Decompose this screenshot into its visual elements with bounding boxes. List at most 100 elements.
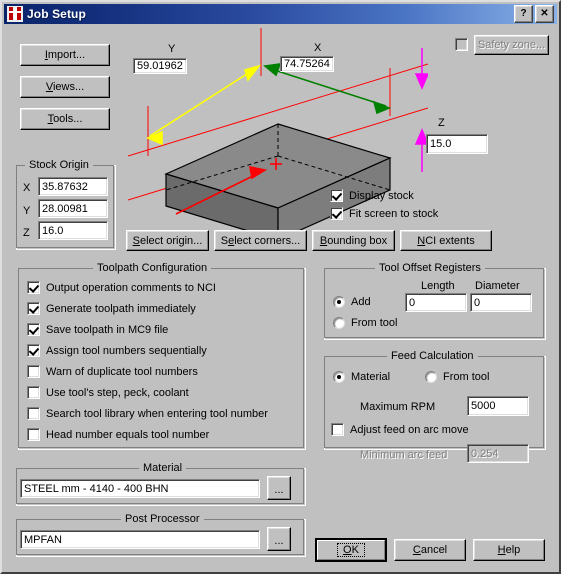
radio-label-offset-add: Add — [351, 296, 371, 308]
x-dimension-value[interactable]: 74.75264 — [280, 56, 334, 72]
cancel-button[interactable]: Cancel — [394, 539, 466, 561]
tools-button-label-rest: ools... — [53, 113, 83, 125]
safety-zone-checkbox-box[interactable] — [455, 38, 468, 51]
maximum-rpm-label: Maximum RPM — [360, 401, 436, 413]
tools-button[interactable]: Tools... — [20, 108, 110, 130]
stock-origin-z-input[interactable]: 16.0 — [38, 221, 108, 240]
offset-length-label: Length — [421, 280, 455, 292]
maximum-rpm-input[interactable]: 5000 — [467, 396, 529, 416]
offset-diameter-label: Diameter — [475, 280, 520, 292]
checkbox-box-use-tools-step-peck-coolant[interactable] — [27, 386, 40, 399]
label-head-number-equals-tool-number: Head number equals tool number — [46, 428, 210, 441]
nci-extents-button[interactable]: NCI extents — [400, 230, 492, 251]
safety-zone-button-label: Safety zone... — [477, 39, 546, 51]
radio-ring-feed-material[interactable] — [333, 371, 345, 383]
stock-origin-x-label: X — [23, 182, 31, 194]
post-processor-caption: Post Processor — [121, 513, 204, 525]
offset-diameter-input[interactable]: 0 — [470, 293, 532, 312]
checkbox-box-head-number-equals-tool-number[interactable] — [27, 428, 40, 441]
adjust-feed-on-arc-move-checkbox[interactable]: Adjust feed on arc move — [331, 423, 469, 436]
label-generate-toolpath-immediately: Generate toolpath immediately — [46, 302, 196, 315]
checkbox-use-tools-step-peck-coolant[interactable]: Use tool's step, peck, coolant — [27, 386, 189, 399]
stock-origin-caption: Stock Origin — [25, 159, 93, 171]
checkbox-box-assign-tool-numbers-sequentially[interactable] — [27, 344, 40, 357]
z-dimension-input[interactable]: 15.0 — [426, 134, 488, 154]
label-save-toolpath-in-mc9: Save toolpath in MC9 file — [46, 323, 169, 336]
radio-offset-add[interactable]: Add — [333, 296, 371, 308]
views-button[interactable]: Views... — [20, 76, 110, 98]
tool-offset-registers-caption: Tool Offset Registers — [375, 262, 485, 274]
checkbox-box-warn-duplicate-tool-numbers[interactable] — [27, 365, 40, 378]
x-axis-label: X — [314, 42, 322, 54]
import-button[interactable]: Import... — [20, 44, 110, 66]
safety-zone-button[interactable]: Safety zone... — [474, 35, 549, 55]
fit-screen-to-stock-checkbox-box[interactable] — [330, 207, 343, 220]
checkbox-assign-tool-numbers-sequentially[interactable]: Assign tool numbers sequentially — [27, 344, 207, 357]
ok-button[interactable]: OK — [315, 538, 387, 562]
fit-screen-to-stock-label: Fit screen to stock — [349, 207, 439, 220]
z-axis-label: Z — [438, 117, 445, 129]
stock-origin-x-input[interactable]: 35.87632 — [38, 177, 108, 196]
fit-screen-to-stock-checkbox[interactable]: Fit screen to stock — [330, 207, 438, 220]
radio-label-feed-from-tool: From tool — [443, 371, 490, 383]
display-stock-checkbox[interactable]: Display stock — [330, 189, 414, 202]
toolpath-configuration-caption: Toolpath Configuration — [93, 262, 212, 274]
close-icon[interactable]: ✕ — [535, 5, 554, 23]
checkbox-search-tool-library[interactable]: Search tool library when entering tool n… — [27, 407, 268, 420]
job-setup-dialog: Job Setup ? ✕ Import... Views... Tools..… — [0, 0, 561, 574]
display-stock-checkbox-box[interactable] — [330, 189, 343, 202]
checkbox-output-operation-comments[interactable]: Output operation comments to NCI — [27, 281, 216, 294]
material-browse-label: ... — [274, 484, 284, 496]
material-input[interactable]: STEEL mm - 4140 - 400 BHN — [20, 479, 260, 498]
title-bar-buttons: ? ✕ — [512, 5, 554, 23]
title-bar[interactable]: Job Setup ? ✕ — [4, 4, 557, 24]
help-button[interactable]: Help — [473, 539, 545, 561]
views-button-label-rest: iews... — [52, 81, 85, 93]
radio-feed-from-tool[interactable]: From tool — [425, 371, 489, 383]
toolpath-configuration-group: Toolpath Configuration — [18, 262, 306, 450]
checkbox-save-toolpath-in-mc9[interactable]: Save toolpath in MC9 file — [27, 323, 168, 336]
y-dimension-value[interactable]: 59.01962 — [133, 58, 187, 74]
job-setup-icon — [7, 6, 23, 22]
label-assign-tool-numbers-sequentially: Assign tool numbers sequentially — [46, 344, 207, 357]
post-processor-browse-button[interactable]: ... — [267, 527, 291, 551]
label-search-tool-library: Search tool library when entering tool n… — [46, 407, 268, 420]
display-stock-label: Display stock — [349, 189, 414, 202]
checkbox-box-generate-toolpath-immediately[interactable] — [27, 302, 40, 315]
post-processor-input[interactable]: MPFAN — [20, 530, 260, 549]
adjust-feed-on-arc-move-label: Adjust feed on arc move — [350, 423, 469, 436]
radio-offset-from-tool[interactable]: From tool — [333, 317, 397, 329]
stock-origin-y-input[interactable]: 28.00981 — [38, 199, 108, 218]
checkbox-box-save-toolpath-in-mc9[interactable] — [27, 323, 40, 336]
help-title-button[interactable]: ? — [514, 5, 533, 23]
stock-origin-y-label: Y — [23, 205, 31, 217]
y-axis-label: Y — [168, 43, 176, 55]
minimum-arc-feed-label: Minimum arc feed — [360, 449, 448, 461]
checkbox-head-number-equals-tool-number[interactable]: Head number equals tool number — [27, 428, 209, 441]
adjust-feed-on-arc-move-checkbox-box[interactable] — [331, 423, 344, 436]
safety-zone-checkbox[interactable] — [455, 38, 474, 51]
label-output-operation-comments: Output operation comments to NCI — [46, 281, 216, 294]
feed-calculation-caption: Feed Calculation — [387, 350, 478, 362]
bounding-box-button[interactable]: Bounding box — [312, 230, 395, 251]
select-corners-button[interactable]: Select corners... — [214, 230, 307, 251]
title-separator — [4, 25, 557, 27]
material-browse-button[interactable]: ... — [267, 476, 291, 500]
checkbox-box-output-operation-comments[interactable] — [27, 281, 40, 294]
post-processor-browse-label: ... — [274, 535, 284, 547]
label-use-tools-step-peck-coolant: Use tool's step, peck, coolant — [46, 386, 189, 399]
checkbox-box-search-tool-library[interactable] — [27, 407, 40, 420]
radio-ring-offset-from-tool[interactable] — [333, 317, 345, 329]
radio-ring-feed-from-tool[interactable] — [425, 371, 437, 383]
radio-label-feed-material: Material — [351, 371, 391, 383]
stock-origin-z-label: Z — [23, 227, 30, 239]
radio-label-offset-from-tool: From tool — [351, 317, 398, 329]
checkbox-generate-toolpath-immediately[interactable]: Generate toolpath immediately — [27, 302, 196, 315]
import-button-label-rest: mport... — [47, 49, 86, 61]
checkbox-warn-duplicate-tool-numbers[interactable]: Warn of duplicate tool numbers — [27, 365, 198, 378]
minimum-arc-feed-input[interactable]: 0.254 — [467, 444, 529, 463]
select-origin-button[interactable]: Select origin... — [126, 230, 209, 251]
radio-ring-offset-add[interactable] — [333, 296, 345, 308]
radio-feed-material[interactable]: Material — [333, 371, 390, 383]
offset-length-input[interactable]: 0 — [405, 293, 467, 312]
